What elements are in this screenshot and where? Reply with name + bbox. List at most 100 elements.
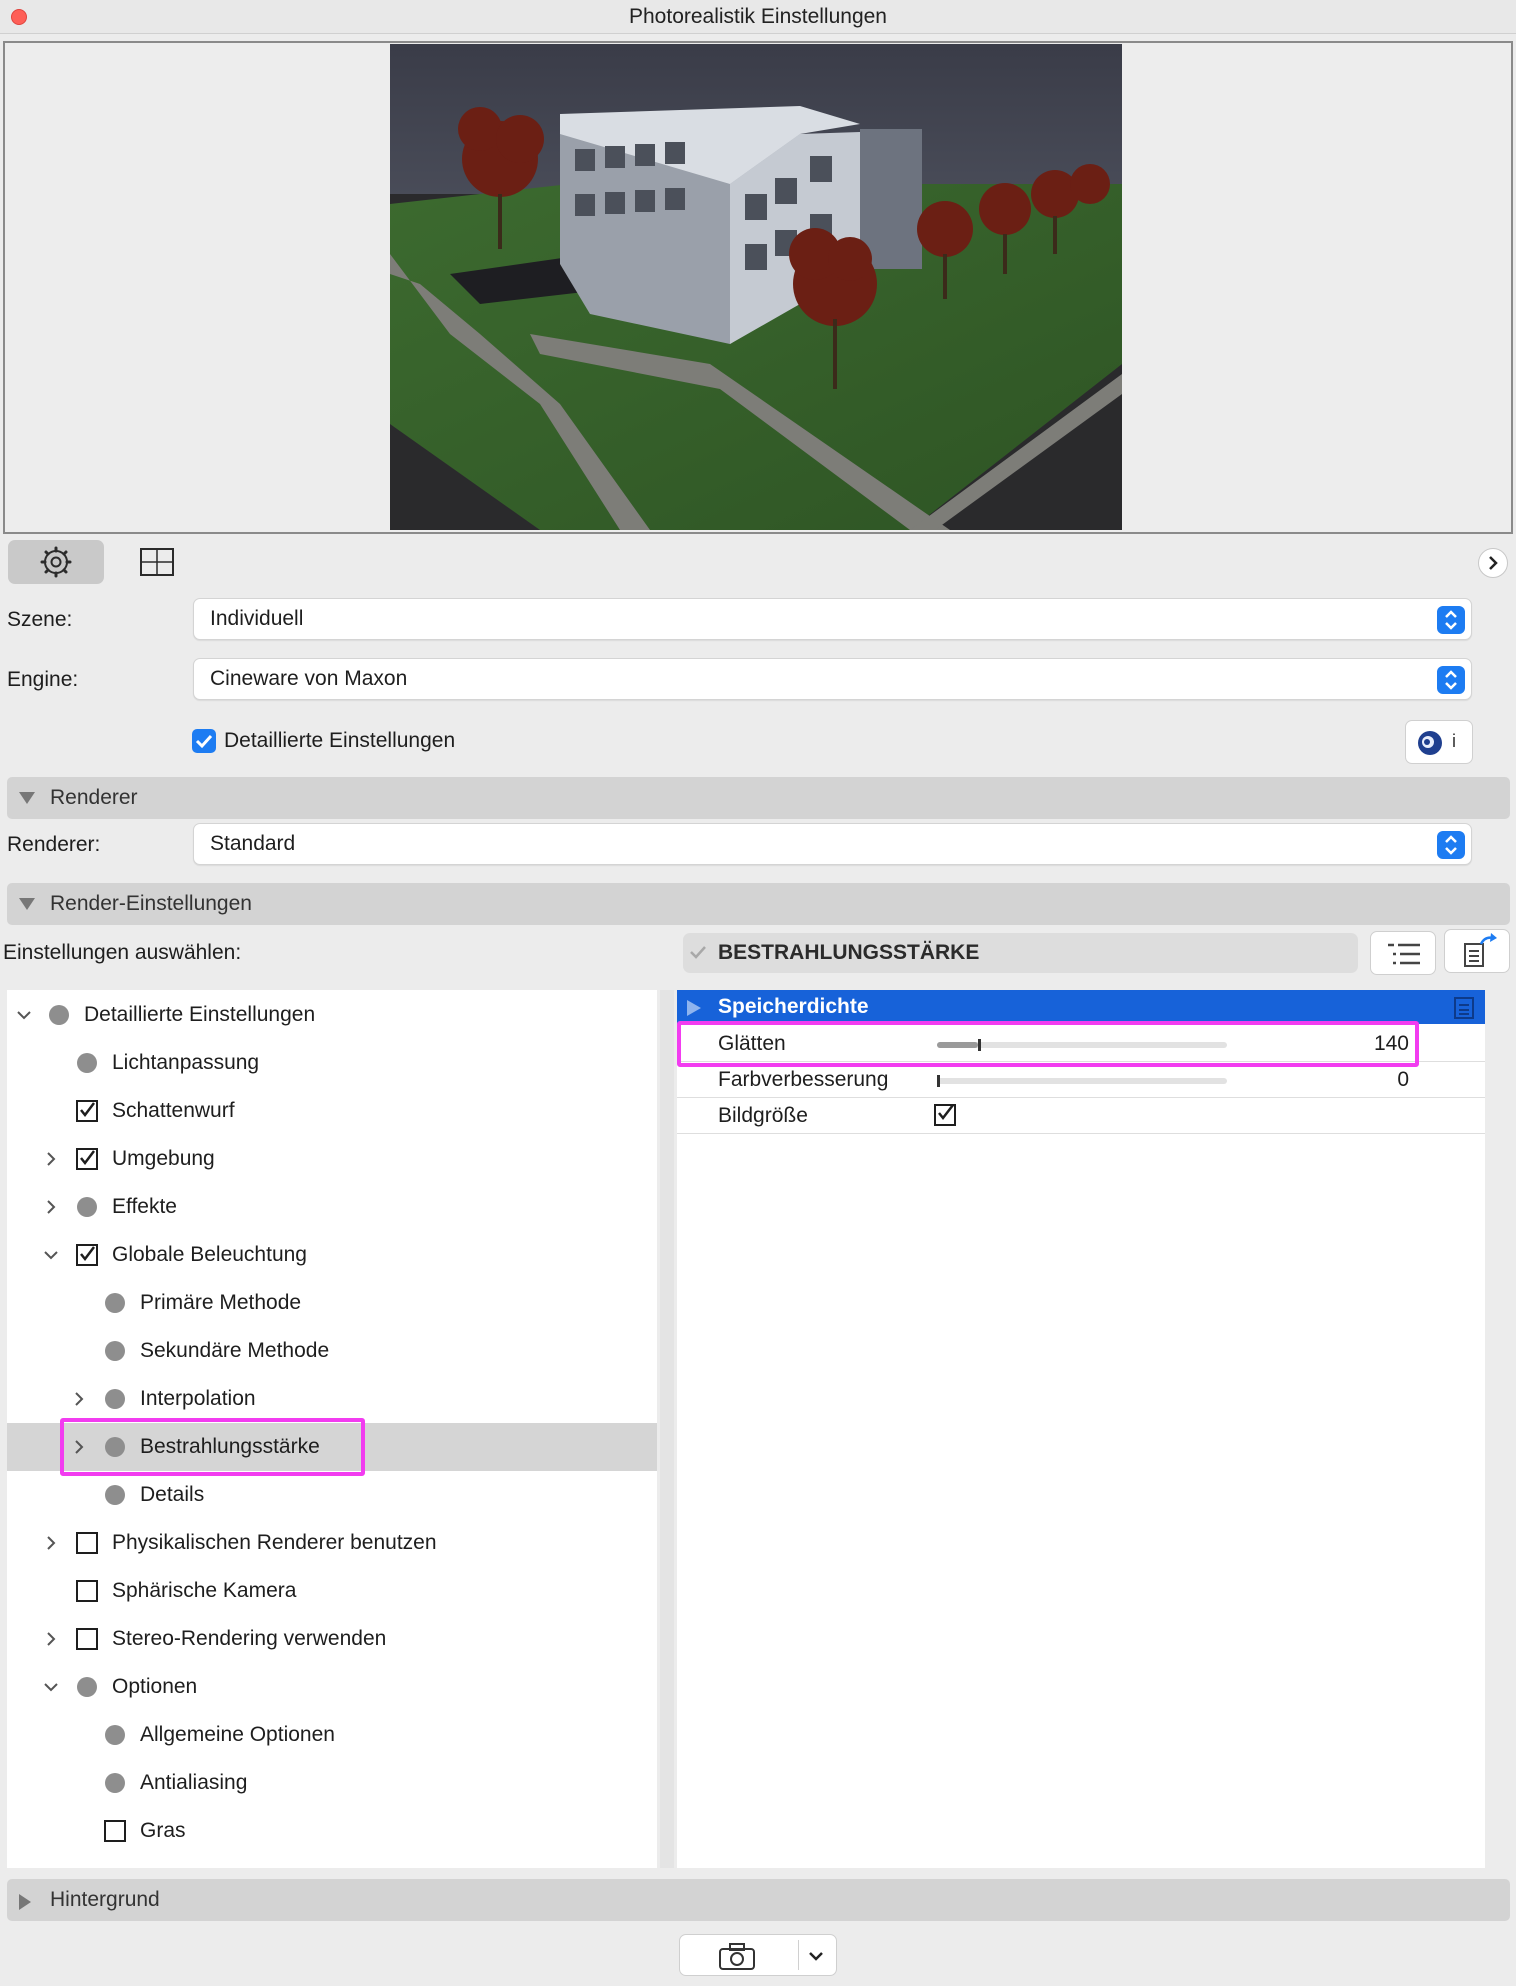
tree-item[interactable]: Gras xyxy=(7,1807,657,1855)
annotation-highlight-tree-item xyxy=(60,1418,365,1476)
tree-item-checkbox[interactable] xyxy=(76,1148,98,1170)
tree-item[interactable]: Schattenwurf xyxy=(7,1087,657,1135)
engine-select[interactable]: Cineware von Maxon xyxy=(193,658,1472,700)
select-settings-label: Einstellungen auswählen: xyxy=(3,941,242,964)
tree-item-checkbox[interactable] xyxy=(104,1820,126,1842)
tree-item-label: Sphärische Kamera xyxy=(112,1579,297,1602)
chevron-right-icon[interactable] xyxy=(42,1630,60,1648)
image-size-icon xyxy=(140,548,174,576)
tree-item-label: Globale Beleuchtung xyxy=(112,1243,307,1266)
info-label: i xyxy=(1452,731,1456,751)
cineware-logo-icon xyxy=(1418,731,1442,755)
tab-settings[interactable] xyxy=(8,540,104,584)
cineware-info-button[interactable]: i xyxy=(1405,720,1473,764)
slider-knob[interactable] xyxy=(937,1075,940,1087)
tree-item[interactable]: Umgebung xyxy=(7,1135,657,1183)
checkmark-icon xyxy=(195,734,213,749)
disclosure-down-icon xyxy=(19,898,35,910)
chevron-down-icon[interactable] xyxy=(808,1949,824,1963)
list-tree-icon xyxy=(1388,943,1420,965)
tree-item[interactable]: Allgemeine Optionen xyxy=(7,1711,657,1759)
preset-label: BESTRAHLUNGSSTÄRKE xyxy=(718,941,980,964)
tree-item[interactable]: Effekte xyxy=(7,1183,657,1231)
render-photo-button[interactable] xyxy=(679,1934,837,1976)
scene-value: Individuell xyxy=(210,607,304,630)
tree-item-checkbox[interactable] xyxy=(76,1628,98,1650)
chevron-down-icon[interactable] xyxy=(15,1006,33,1024)
tree-item[interactable]: Physikalischen Renderer benutzen xyxy=(7,1519,657,1567)
camera-icon xyxy=(719,1943,755,1970)
tree-item-checkbox[interactable] xyxy=(76,1532,98,1554)
section-renderer-title: Renderer xyxy=(50,786,138,809)
tree-item-label: Detaillierte Einstellungen xyxy=(84,1003,316,1026)
tab-size[interactable] xyxy=(122,540,192,584)
tree-item[interactable]: Details xyxy=(7,1471,657,1519)
tree-item-label: Antialiasing xyxy=(140,1771,248,1794)
tree-item-label: Effekte xyxy=(112,1195,177,1218)
tree-item-label: Interpolation xyxy=(140,1387,256,1410)
section-background[interactable]: Hintergrund xyxy=(7,1879,1510,1921)
color-enhance-slider[interactable] xyxy=(937,1075,1227,1087)
expand-panel-button[interactable] xyxy=(1478,548,1508,578)
disclosure-down-icon xyxy=(19,792,35,804)
checkmark-icon xyxy=(80,1246,95,1262)
chevron-down-icon[interactable] xyxy=(42,1246,60,1264)
section-background-title: Hintergrund xyxy=(50,1888,160,1911)
export-settings-button[interactable] xyxy=(1444,929,1510,973)
tree-item[interactable]: Primäre Methode xyxy=(7,1279,657,1327)
detailed-settings-checkbox[interactable] xyxy=(192,729,216,753)
tree-item[interactable]: Interpolation xyxy=(7,1375,657,1423)
chevron-right-icon xyxy=(1489,556,1498,570)
tree-item[interactable]: Optionen xyxy=(7,1663,657,1711)
status-bullet-icon xyxy=(105,1293,125,1313)
section-render-settings[interactable]: Render-Einstellungen xyxy=(7,883,1510,925)
engine-value: Cineware von Maxon xyxy=(210,667,408,690)
tree-item-checkbox[interactable] xyxy=(76,1100,98,1122)
render-preview-image xyxy=(390,44,1122,530)
tree-item-label: Umgebung xyxy=(112,1147,215,1170)
tree-item-label: Allgemeine Optionen xyxy=(140,1723,335,1746)
status-bullet-icon xyxy=(105,1389,125,1409)
chevron-right-icon[interactable] xyxy=(42,1198,60,1216)
tree-item[interactable]: Antialiasing xyxy=(7,1759,657,1807)
tree-item[interactable]: Globale Beleuchtung xyxy=(7,1231,657,1279)
image-size-checkbox[interactable] xyxy=(934,1104,956,1126)
chevron-right-icon[interactable] xyxy=(42,1534,60,1552)
section-renderer[interactable]: Renderer xyxy=(7,777,1510,819)
tree-item-label: Sekundäre Methode xyxy=(140,1339,330,1362)
tree-item[interactable]: Sphärische Kamera xyxy=(7,1567,657,1615)
checkmark-icon xyxy=(80,1150,95,1166)
stepper-arrows-icon xyxy=(1437,606,1465,634)
tree-item-label: Details xyxy=(140,1483,205,1506)
param-group-header[interactable]: Speicherdichte xyxy=(677,990,1485,1024)
renderer-label: Renderer: xyxy=(7,833,101,856)
checkmark-icon xyxy=(690,946,706,959)
scene-select[interactable]: Individuell xyxy=(193,598,1472,640)
tree-item[interactable]: Sekundäre Methode xyxy=(7,1327,657,1375)
list-view-button[interactable] xyxy=(1370,931,1436,975)
panel-splitter[interactable] xyxy=(660,990,674,1868)
detailed-settings-label: Detaillierte Einstellungen xyxy=(224,729,456,752)
tree-item-checkbox[interactable] xyxy=(76,1580,98,1602)
renderer-select[interactable]: Standard xyxy=(193,823,1472,865)
tree-item-label: Optionen xyxy=(112,1675,198,1698)
status-bullet-icon xyxy=(49,1005,69,1025)
scene-label: Szene: xyxy=(7,608,73,631)
param-group-title: Speicherdichte xyxy=(718,995,869,1018)
gear-icon xyxy=(40,546,72,578)
tree-item-label: Primäre Methode xyxy=(140,1291,302,1314)
tree-item[interactable]: Lichtanpassung xyxy=(7,1039,657,1087)
tree-item-checkbox[interactable] xyxy=(76,1244,98,1266)
param-row-color-enhance: Farbverbesserung 0 xyxy=(677,1062,1485,1098)
tree-item[interactable]: Stereo-Rendering verwenden xyxy=(7,1615,657,1663)
status-bullet-icon xyxy=(105,1725,125,1745)
stepper-arrows-icon xyxy=(1437,666,1465,694)
param-value[interactable]: 0 xyxy=(1397,1062,1409,1098)
tree-item[interactable]: Detaillierte Einstellungen xyxy=(7,991,657,1039)
checkmark-icon xyxy=(938,1104,954,1121)
chevron-down-icon[interactable] xyxy=(42,1678,60,1696)
chevron-right-icon[interactable] xyxy=(42,1150,60,1168)
status-bullet-icon xyxy=(105,1773,125,1793)
status-bullet-icon xyxy=(77,1197,97,1217)
chevron-right-icon[interactable] xyxy=(70,1390,88,1408)
